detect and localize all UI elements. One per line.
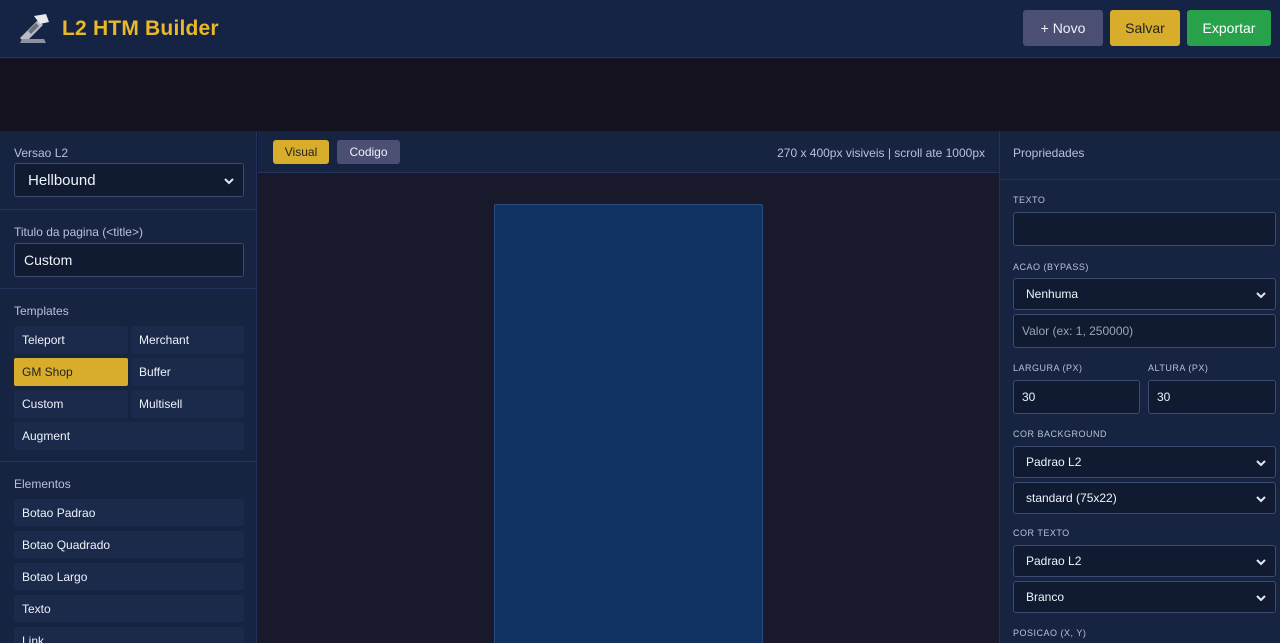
largura-value: 30 [1022, 390, 1036, 404]
chevron-down-icon [1255, 556, 1267, 568]
altura-value: 30 [1157, 390, 1171, 404]
templates-label: Templates [14, 304, 69, 318]
template-gm-shop[interactable]: GM Shop [14, 358, 128, 386]
properties-title: Propriedades [1013, 146, 1085, 160]
chevron-down-icon [1255, 457, 1267, 469]
acao-label: ACAO (BYPASS) [1013, 262, 1089, 272]
left-sidebar: Versao L2 Hellbound Titulo da pagina (<t… [0, 131, 257, 643]
anvil-logo-icon [16, 12, 52, 44]
chevron-down-icon [1255, 289, 1267, 301]
version-section: Versao L2 Hellbound [0, 131, 257, 210]
design-canvas[interactable] [494, 204, 763, 643]
element-link[interactable]: Link [14, 627, 244, 643]
version-select[interactable]: Hellbound [14, 163, 244, 197]
banner-area [0, 59, 1280, 131]
template-merchant[interactable]: Merchant [131, 326, 244, 354]
posicao-label: POSICAO (X, Y) [1013, 628, 1087, 638]
chevron-down-icon [1255, 493, 1267, 505]
version-label: Versao L2 [14, 146, 69, 160]
page-title-section: Titulo da pagina (<title>) Custom [0, 210, 257, 289]
acao-select[interactable]: Nenhuma [1013, 278, 1276, 310]
new-button[interactable]: + Novo [1023, 10, 1103, 46]
element-botao-largo[interactable]: Botao Largo [14, 563, 244, 590]
version-select-value: Hellbound [28, 171, 96, 189]
text-color-select[interactable]: Branco [1013, 581, 1276, 613]
properties-panel: Propriedades TEXTO ACAO (BYPASS) Nenhuma… [999, 131, 1280, 643]
elements-section: Elementos Botao Padrao Botao Quadrado Bo… [0, 462, 257, 643]
template-teleport[interactable]: Teleport [14, 326, 128, 354]
acao-value-input[interactable]: Valor (ex: 1, 250000) [1013, 314, 1276, 348]
canvas-size-info: 270 x 400px visiveis | scroll ate 1000px [777, 146, 985, 160]
tab-codigo[interactable]: Codigo [337, 140, 400, 164]
page-title-label: Titulo da pagina (<title>) [14, 225, 143, 239]
chevron-down-icon [223, 174, 235, 186]
texto-input[interactable] [1013, 212, 1276, 246]
texture-select[interactable]: standard (75x22) [1013, 482, 1276, 514]
templates-section: Templates Teleport Merchant GM Shop Buff… [0, 289, 257, 462]
altura-label: ALTURA (PX) [1148, 363, 1209, 373]
cor-texto-value: Padrao L2 [1026, 554, 1082, 568]
texture-value: standard (75x22) [1026, 491, 1117, 505]
save-button[interactable]: Salvar [1110, 10, 1180, 46]
element-botao-padrao[interactable]: Botao Padrao [14, 499, 244, 526]
chevron-down-icon [1255, 592, 1267, 604]
texto-label: TEXTO [1013, 195, 1046, 205]
cor-background-select[interactable]: Padrao L2 [1013, 446, 1276, 478]
largura-label: LARGURA (PX) [1013, 363, 1083, 373]
element-botao-quadrado[interactable]: Botao Quadrado [14, 531, 244, 558]
export-button[interactable]: Exportar [1187, 10, 1271, 46]
text-color-value: Branco [1026, 590, 1065, 604]
editor-area: Visual Codigo 270 x 400px visiveis | scr… [258, 131, 999, 643]
elements-label: Elementos [14, 477, 71, 491]
element-texto[interactable]: Texto [14, 595, 244, 622]
acao-value-placeholder: Valor (ex: 1, 250000) [1022, 324, 1134, 338]
altura-input[interactable]: 30 [1148, 380, 1276, 414]
template-multisell[interactable]: Multisell [131, 390, 244, 418]
tab-visual[interactable]: Visual [273, 140, 329, 164]
template-buffer[interactable]: Buffer [131, 358, 244, 386]
page-title-input[interactable]: Custom [14, 243, 244, 277]
page-title-value: Custom [24, 252, 73, 268]
template-custom[interactable]: Custom [14, 390, 128, 418]
cor-background-label: COR BACKGROUND [1013, 429, 1108, 439]
cor-texto-label: COR TEXTO [1013, 528, 1070, 538]
acao-select-value: Nenhuma [1026, 287, 1079, 301]
template-augment[interactable]: Augment [14, 422, 244, 450]
properties-header: Propriedades [1000, 131, 1280, 180]
app-header: L2 HTM Builder + Novo Salvar Exportar [0, 0, 1280, 58]
cor-texto-select[interactable]: Padrao L2 [1013, 545, 1276, 577]
cor-background-value: Padrao L2 [1026, 455, 1082, 469]
largura-input[interactable]: 30 [1013, 380, 1140, 414]
app-title: L2 HTM Builder [62, 17, 219, 40]
editor-toolbar: Visual Codigo 270 x 400px visiveis | scr… [258, 131, 999, 173]
